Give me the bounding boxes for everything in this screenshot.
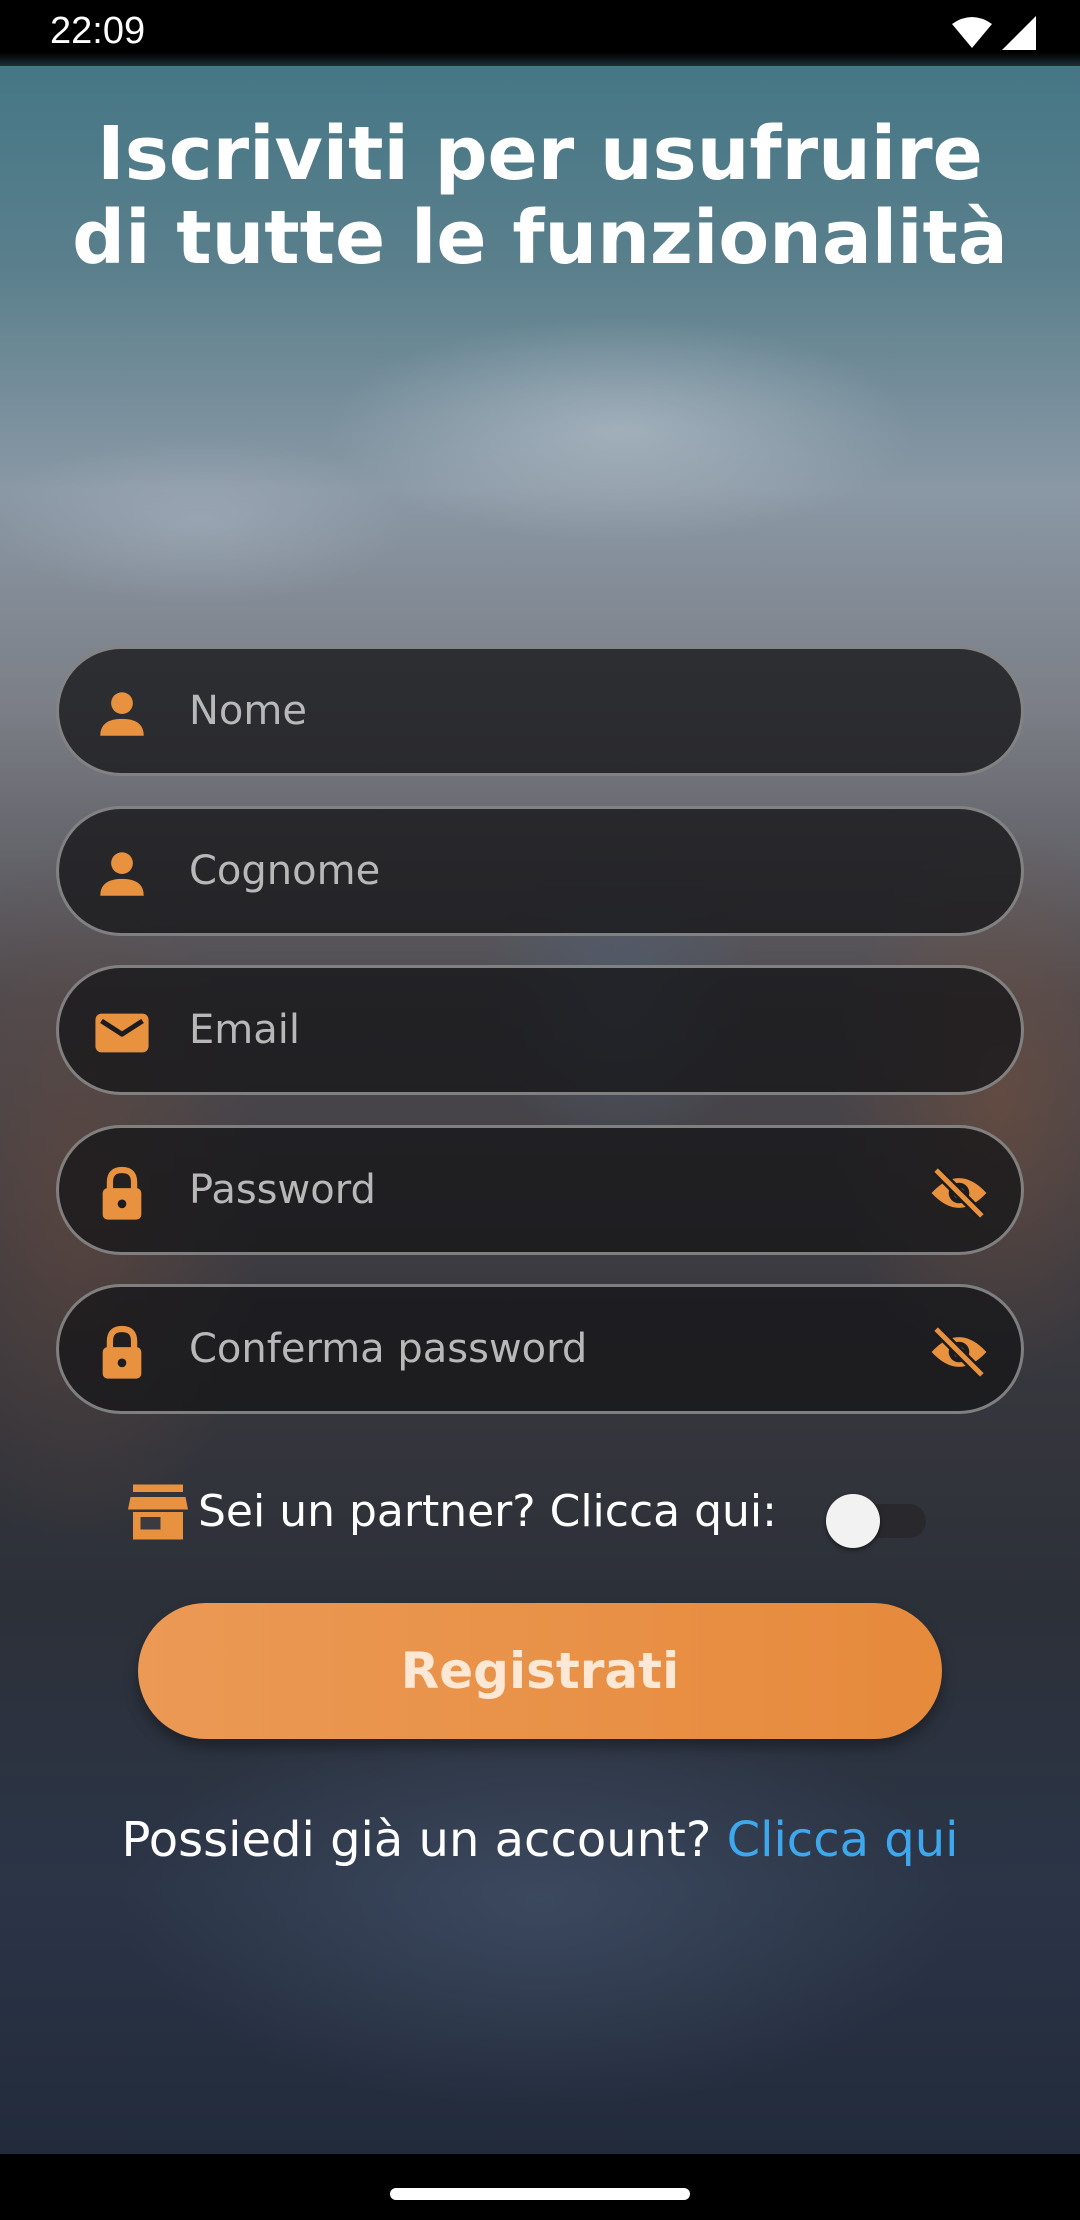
status-icons <box>952 16 1036 50</box>
register-button[interactable]: Registrati <box>138 1603 942 1739</box>
status-time: 22:09 <box>50 10 146 52</box>
name-field[interactable] <box>56 646 1024 776</box>
navigation-bar <box>0 2154 1080 2220</box>
lock-icon <box>102 1325 142 1379</box>
confirm-password-field[interactable] <box>56 1284 1024 1414</box>
store-icon <box>128 1484 188 1540</box>
surname-field[interactable] <box>56 806 1024 936</box>
eye-off-icon[interactable] <box>927 1164 991 1222</box>
confirm-password-input[interactable] <box>189 1287 909 1411</box>
name-input[interactable] <box>189 649 909 773</box>
partner-toggle[interactable] <box>826 1490 926 1548</box>
person-icon <box>100 692 144 736</box>
password-input[interactable] <box>189 1128 909 1252</box>
home-indicator[interactable] <box>390 2188 690 2200</box>
page-title: Iscriviti per usufruire di tutte le funz… <box>72 111 1008 281</box>
email-input[interactable] <box>189 968 909 1092</box>
toggle-thumb <box>826 1494 880 1548</box>
signup-screen: 22:09 Iscriviti per usufruire di tutte l… <box>0 0 1080 2220</box>
mail-icon <box>95 1013 149 1053</box>
lock-icon <box>102 1166 142 1220</box>
wifi-icon <box>952 17 992 48</box>
email-field[interactable] <box>56 965 1024 1095</box>
status-bar: 22:09 <box>0 0 1080 66</box>
eye-off-icon[interactable] <box>927 1323 991 1381</box>
partner-row: Sei un partner? Clicca qui: <box>126 1478 956 1558</box>
login-link[interactable]: Clicca qui <box>727 1812 959 1868</box>
signal-icon <box>1002 16 1036 50</box>
partner-label: Sei un partner? Clicca qui: <box>198 1486 777 1537</box>
login-prompt: Possiedi già un account? Clicca qui <box>0 1812 1080 1868</box>
password-field[interactable] <box>56 1125 1024 1255</box>
surname-input[interactable] <box>189 809 909 933</box>
login-prompt-text: Possiedi già un account? <box>121 1812 712 1868</box>
person-icon <box>100 852 144 896</box>
